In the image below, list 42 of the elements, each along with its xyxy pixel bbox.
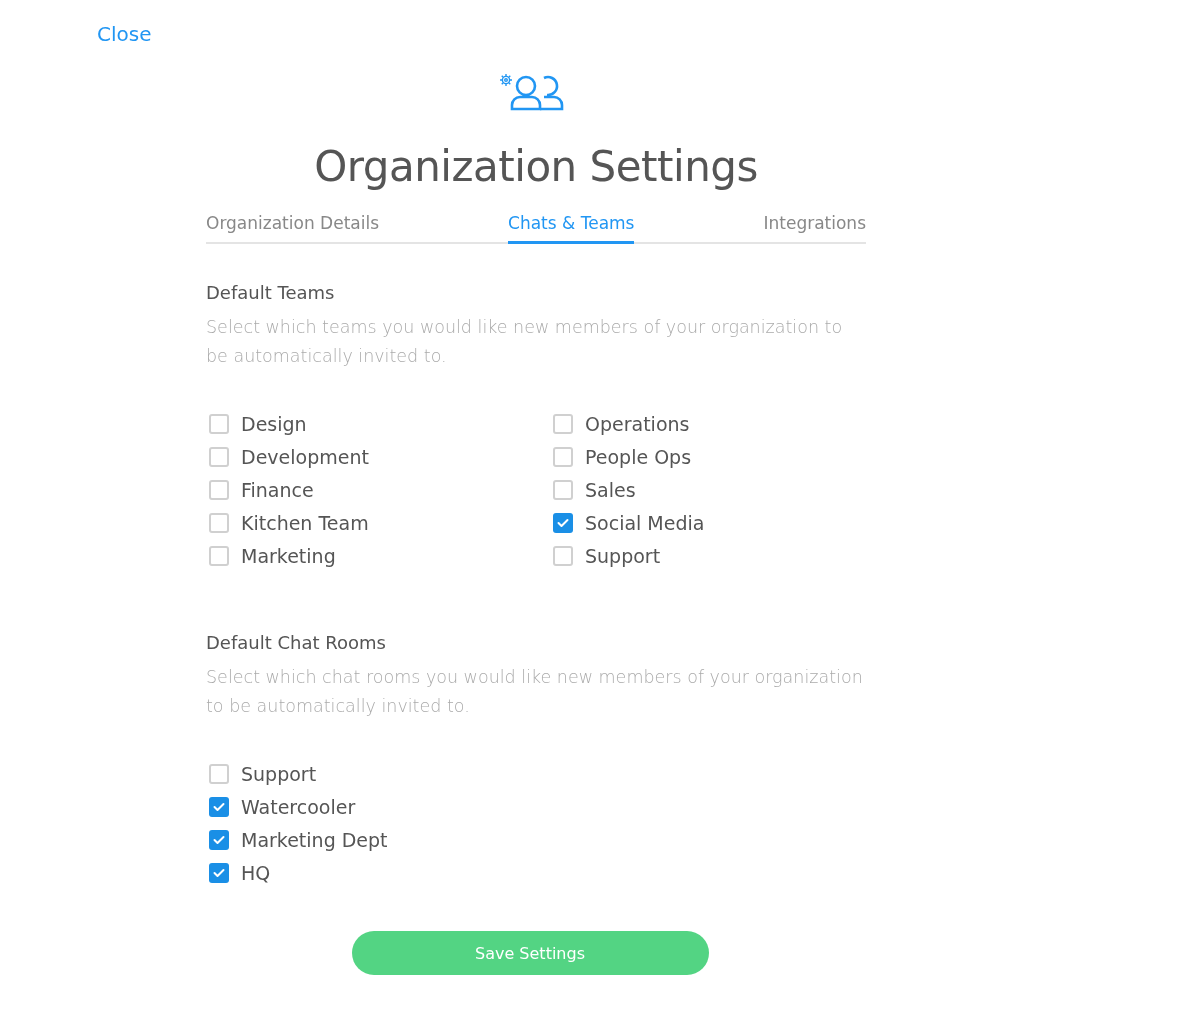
checkbox[interactable] xyxy=(209,796,229,817)
checkbox-label: People Ops xyxy=(585,445,692,468)
checkbox[interactable] xyxy=(553,413,573,434)
page-title: Organization Settings xyxy=(314,142,758,191)
section-heading: Default Teams xyxy=(206,282,336,303)
close-link[interactable]: Close xyxy=(97,22,152,46)
checkbox-label: Design xyxy=(241,412,307,435)
checkbox-label: Operations xyxy=(585,412,690,435)
checkbox-label: Support xyxy=(585,544,661,567)
checkbox[interactable] xyxy=(553,512,573,533)
checkbox-label: Development xyxy=(241,445,369,468)
section-heading: Default Chat Rooms xyxy=(206,632,387,653)
save-settings-button[interactable]: Save Settings xyxy=(351,931,709,975)
checkmark-icon xyxy=(213,867,225,878)
checkbox-label: Sales xyxy=(585,478,636,501)
checkbox[interactable] xyxy=(209,862,229,883)
checkbox[interactable] xyxy=(209,829,229,850)
tab[interactable]: Chats & Teams xyxy=(508,213,635,244)
tab[interactable]: Integrations xyxy=(763,213,866,244)
checkbox-label: Marketing Dept xyxy=(241,828,388,851)
checkbox-label: Social Media xyxy=(585,511,705,534)
checkbox-label: Marketing xyxy=(241,544,336,567)
checkbox[interactable] xyxy=(209,446,229,467)
checkmark-icon xyxy=(557,517,569,528)
checkbox[interactable] xyxy=(553,479,573,500)
checkbox[interactable] xyxy=(209,545,229,566)
checkbox-label: Finance xyxy=(241,478,314,501)
checkbox-label: Watercooler xyxy=(241,795,356,818)
tab[interactable]: Organization Details xyxy=(206,213,380,244)
checkbox[interactable] xyxy=(209,479,229,500)
section-description: Select which chat rooms you would like new members of your organization to be automatically invited to. xyxy=(206,666,864,718)
checkbox[interactable] xyxy=(209,413,229,434)
checkbox[interactable] xyxy=(209,512,229,533)
checkbox-label: Kitchen Team xyxy=(241,511,369,534)
checkbox-label: HQ xyxy=(241,861,271,884)
checkmark-icon xyxy=(213,834,225,845)
checkbox[interactable] xyxy=(553,446,573,467)
checkbox-label: Support xyxy=(241,762,317,785)
checkbox[interactable] xyxy=(553,545,573,566)
section-description: Select which teams you would like new members of your organization to be automatically invited to. xyxy=(206,316,844,368)
checkbox[interactable] xyxy=(209,763,229,784)
checkmark-icon xyxy=(213,801,225,812)
